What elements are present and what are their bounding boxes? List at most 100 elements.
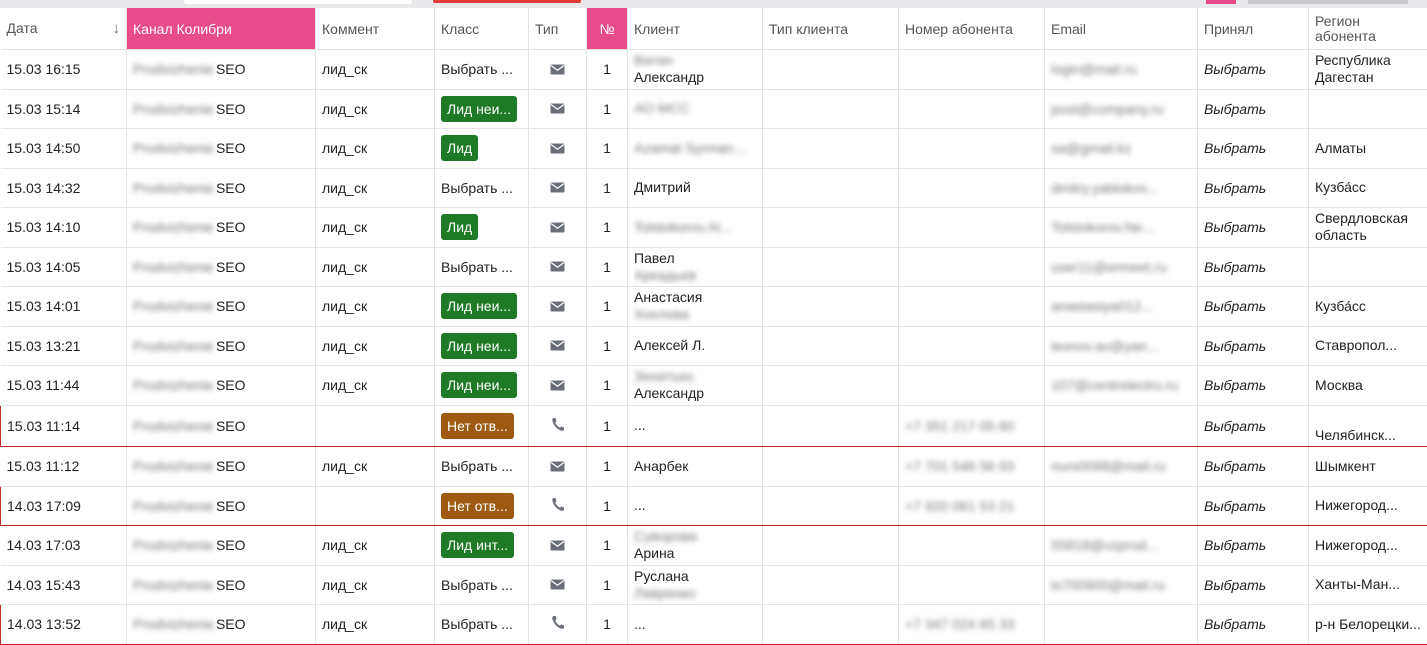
cell-comment[interactable]: [316, 405, 435, 447]
cell-client[interactable]: СувороваАрина: [628, 526, 763, 566]
cell-email[interactable]: anastasiya012...: [1045, 287, 1198, 327]
cell-comment[interactable]: [316, 486, 435, 526]
accepted-select[interactable]: Выбрать: [1204, 140, 1266, 156]
cell-accepted[interactable]: Выбрать: [1198, 526, 1309, 566]
cell-client-type[interactable]: [763, 129, 899, 169]
table-row[interactable]: 15.03 14:32ProdvizhenieSEOлид_скВыбрать …: [1, 168, 1427, 208]
accepted-select[interactable]: Выбрать: [1204, 259, 1266, 275]
accepted-select[interactable]: Выбрать: [1204, 338, 1266, 354]
table-row[interactable]: 15.03 13:21ProdvizhenieSEOлид_скЛид неи.…: [1, 326, 1427, 366]
cell-client-type[interactable]: [763, 565, 899, 605]
column-header-phone[interactable]: Номер абонента: [899, 8, 1045, 50]
cell-comment[interactable]: лид_ск: [316, 50, 435, 90]
cell-email[interactable]: 107@centrelectro.ru: [1045, 366, 1198, 406]
class-badge[interactable]: Лид неи...: [441, 293, 517, 319]
class-badge[interactable]: Нет отв...: [441, 413, 514, 439]
cell-comment[interactable]: лид_ск: [316, 168, 435, 208]
column-header-email[interactable]: Email: [1045, 8, 1198, 50]
accepted-select[interactable]: Выбрать: [1204, 377, 1266, 393]
cell-accepted[interactable]: Выбрать: [1198, 247, 1309, 287]
cell-email[interactable]: sa@gmail.kz: [1045, 129, 1198, 169]
cell-email[interactable]: [1045, 405, 1198, 447]
accepted-select[interactable]: Выбрать: [1204, 180, 1266, 196]
accepted-select[interactable]: Выбрать: [1204, 298, 1266, 314]
cell-class[interactable]: Выбрать ...: [435, 447, 529, 487]
cell-accepted[interactable]: Выбрать: [1198, 605, 1309, 645]
cell-class[interactable]: Выбрать ...: [435, 605, 529, 645]
accepted-select[interactable]: Выбрать: [1204, 616, 1266, 632]
table-row[interactable]: 15.03 14:05ProdvizhenieSEOлид_скВыбрать …: [1, 247, 1427, 287]
accepted-select[interactable]: Выбрать: [1204, 498, 1266, 514]
accepted-select[interactable]: Выбрать: [1204, 61, 1266, 77]
column-header-client[interactable]: Клиент: [628, 8, 763, 50]
cell-client-type[interactable]: [763, 605, 899, 645]
cell-class[interactable]: Нет отв...: [435, 486, 529, 526]
class-select[interactable]: Выбрать ...: [441, 61, 513, 77]
accepted-select[interactable]: Выбрать: [1204, 219, 1266, 235]
cell-class[interactable]: Лид неи...: [435, 366, 529, 406]
table-row[interactable]: 15.03 11:44ProdvizhenieSEOлид_скЛид неи.…: [1, 366, 1427, 406]
class-select[interactable]: Выбрать ...: [441, 616, 513, 632]
cell-client-type[interactable]: [763, 366, 899, 406]
table-row[interactable]: 15.03 14:50ProdvizhenieSEOлид_скЛид1Azam…: [1, 129, 1427, 169]
cell-client-type[interactable]: [763, 405, 899, 447]
cell-comment[interactable]: лид_ск: [316, 565, 435, 605]
cell-class[interactable]: Лид: [435, 208, 529, 248]
class-badge[interactable]: Лид: [441, 214, 478, 240]
cell-phone[interactable]: [899, 89, 1045, 129]
cell-client-type[interactable]: [763, 50, 899, 90]
cell-client[interactable]: Алексей Л.: [628, 326, 763, 366]
column-header-client-type[interactable]: Тип клиента: [763, 8, 899, 50]
table-row[interactable]: 14.03 17:03ProdvizhenieSEOлид_скЛид инт.…: [1, 526, 1427, 566]
cell-client-type[interactable]: [763, 287, 899, 327]
class-select[interactable]: Выбрать ...: [441, 458, 513, 474]
table-row[interactable]: 15.03 11:14ProdvizhenieSEOНет отв...1...…: [1, 405, 1427, 447]
cell-phone[interactable]: [899, 326, 1045, 366]
cell-client-type[interactable]: [763, 89, 899, 129]
cell-email[interactable]: [1045, 605, 1198, 645]
cell-phone[interactable]: [899, 366, 1045, 406]
cell-accepted[interactable]: Выбрать: [1198, 486, 1309, 526]
cell-comment[interactable]: лид_ск: [316, 447, 435, 487]
class-select[interactable]: Выбрать ...: [441, 259, 513, 275]
column-header-comment[interactable]: Коммент: [316, 8, 435, 50]
column-header-channel[interactable]: Канал Колибри: [127, 8, 316, 50]
table-row[interactable]: 14.03 13:52ProdvizhenieSEOлид_скВыбрать …: [1, 605, 1427, 645]
cell-accepted[interactable]: Выбрать: [1198, 50, 1309, 90]
cell-client[interactable]: ...: [628, 405, 763, 447]
filter-button-edge[interactable]: [433, 0, 581, 3]
column-header-region[interactable]: Регион абонента: [1309, 8, 1427, 50]
cell-phone[interactable]: +7 701 548 56 93: [899, 447, 1045, 487]
cell-comment[interactable]: лид_ск: [316, 247, 435, 287]
cell-email[interactable]: post@company.ru: [1045, 89, 1198, 129]
cell-class[interactable]: Выбрать ...: [435, 565, 529, 605]
table-row[interactable]: 14.03 15:43ProdvizhenieSEOлид_скВыбрать …: [1, 565, 1427, 605]
cell-class[interactable]: Выбрать ...: [435, 50, 529, 90]
cell-email[interactable]: login@mail.ru: [1045, 50, 1198, 90]
cell-client-type[interactable]: [763, 326, 899, 366]
cell-comment[interactable]: лид_ск: [316, 366, 435, 406]
cell-client-type[interactable]: [763, 247, 899, 287]
accepted-select[interactable]: Выбрать: [1204, 418, 1266, 434]
table-row[interactable]: 15.03 15:14ProdvizhenieSEOлид_скЛид неи.…: [1, 89, 1427, 129]
cell-comment[interactable]: лид_ск: [316, 605, 435, 645]
cell-client[interactable]: Павел Аркадьев: [628, 247, 763, 287]
column-header-type[interactable]: Тип: [529, 8, 587, 50]
cell-client[interactable]: АО МСС: [628, 89, 763, 129]
cell-client[interactable]: РусланаЛавренко: [628, 565, 763, 605]
cell-client-type[interactable]: [763, 526, 899, 566]
cell-client[interactable]: АнастасияХохлова: [628, 287, 763, 327]
table-row[interactable]: 15.03 14:01ProdvizhenieSEOлид_скЛид неи.…: [1, 287, 1427, 327]
cell-email[interactable]: user11@ermeet.ru: [1045, 247, 1198, 287]
accepted-select[interactable]: Выбрать: [1204, 537, 1266, 553]
cell-class[interactable]: Лид неи...: [435, 89, 529, 129]
cell-class[interactable]: Лид неи...: [435, 287, 529, 327]
cell-phone[interactable]: +7 920 061 53 21: [899, 486, 1045, 526]
table-row[interactable]: 14.03 17:09ProdvizhenieSEOНет отв...1...…: [1, 486, 1427, 526]
cell-class[interactable]: Лид: [435, 129, 529, 169]
cell-phone[interactable]: [899, 526, 1045, 566]
cell-accepted[interactable]: Выбрать: [1198, 405, 1309, 447]
table-row[interactable]: 15.03 16:15ProdvizhenieSEOлид_скВыбрать …: [1, 50, 1427, 90]
cell-comment[interactable]: лид_ск: [316, 326, 435, 366]
cell-phone[interactable]: [899, 129, 1045, 169]
